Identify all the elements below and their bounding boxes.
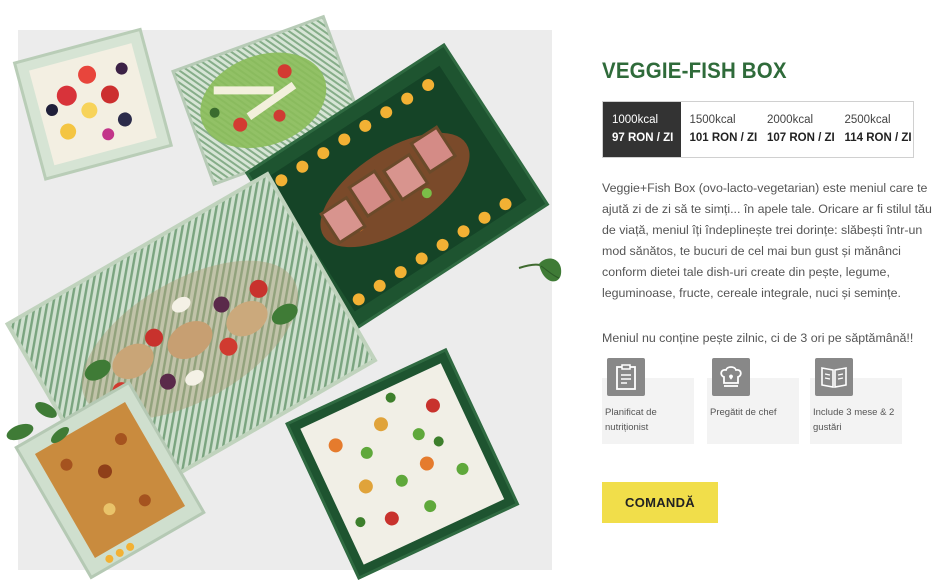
chef-hat-icon (712, 358, 750, 396)
product-description: Veggie+Fish Box (ovo-lacto-vegetarian) e… (602, 181, 932, 300)
plan-option-2000kcal[interactable]: 2000kcal 107 RON / ZI (758, 102, 836, 157)
basil-leaf-decoration (518, 258, 562, 282)
plan-kcal: 2500kcal (844, 114, 891, 126)
product-panel: VEGGIE-FISH BOX 1000kcal 97 RON / ZI 150… (602, 0, 932, 580)
calorie-plan-selector: 1000kcal 97 RON / ZI 1500kcal 101 RON / … (602, 101, 914, 158)
feature-item-chef: Pregătit de chef (707, 358, 799, 444)
product-image (0, 0, 560, 580)
order-button[interactable]: COMANDĂ (602, 482, 718, 523)
plan-option-2500kcal[interactable]: 2500kcal 114 RON / ZI (836, 102, 914, 157)
feature-item-nutritionist: Planificat de nutriționist (602, 358, 694, 444)
plan-kcal: 1000kcal (612, 114, 659, 126)
clipboard-icon (607, 358, 645, 396)
plan-option-1500kcal[interactable]: 1500kcal 101 RON / ZI (681, 102, 759, 157)
plan-price: 114 RON / ZI (844, 132, 912, 144)
plan-option-1000kcal[interactable]: 1000kcal 97 RON / ZI (603, 102, 681, 157)
fish-frequency-note: Meniul nu conține pește zilnic, ci de 3 … (602, 331, 914, 345)
feature-label: Planificat de nutriționist (605, 407, 657, 433)
product-title: VEGGIE-FISH BOX (602, 58, 787, 83)
feature-list: Planificat de nutriționist Pregătit de c… (602, 358, 902, 444)
feature-item-meals: Include 3 mese & 2 gustări (810, 358, 902, 444)
menu-book-icon (815, 358, 853, 396)
feature-label: Include 3 mese & 2 gustări (813, 407, 895, 433)
plan-price: 97 RON / ZI (612, 132, 674, 144)
plan-price: 107 RON / ZI (767, 132, 835, 144)
plan-price: 101 RON / ZI (689, 132, 758, 144)
feature-label: Pregătit de chef (710, 407, 777, 418)
plan-kcal: 2000kcal (767, 114, 814, 126)
plan-kcal: 1500kcal (689, 114, 736, 126)
